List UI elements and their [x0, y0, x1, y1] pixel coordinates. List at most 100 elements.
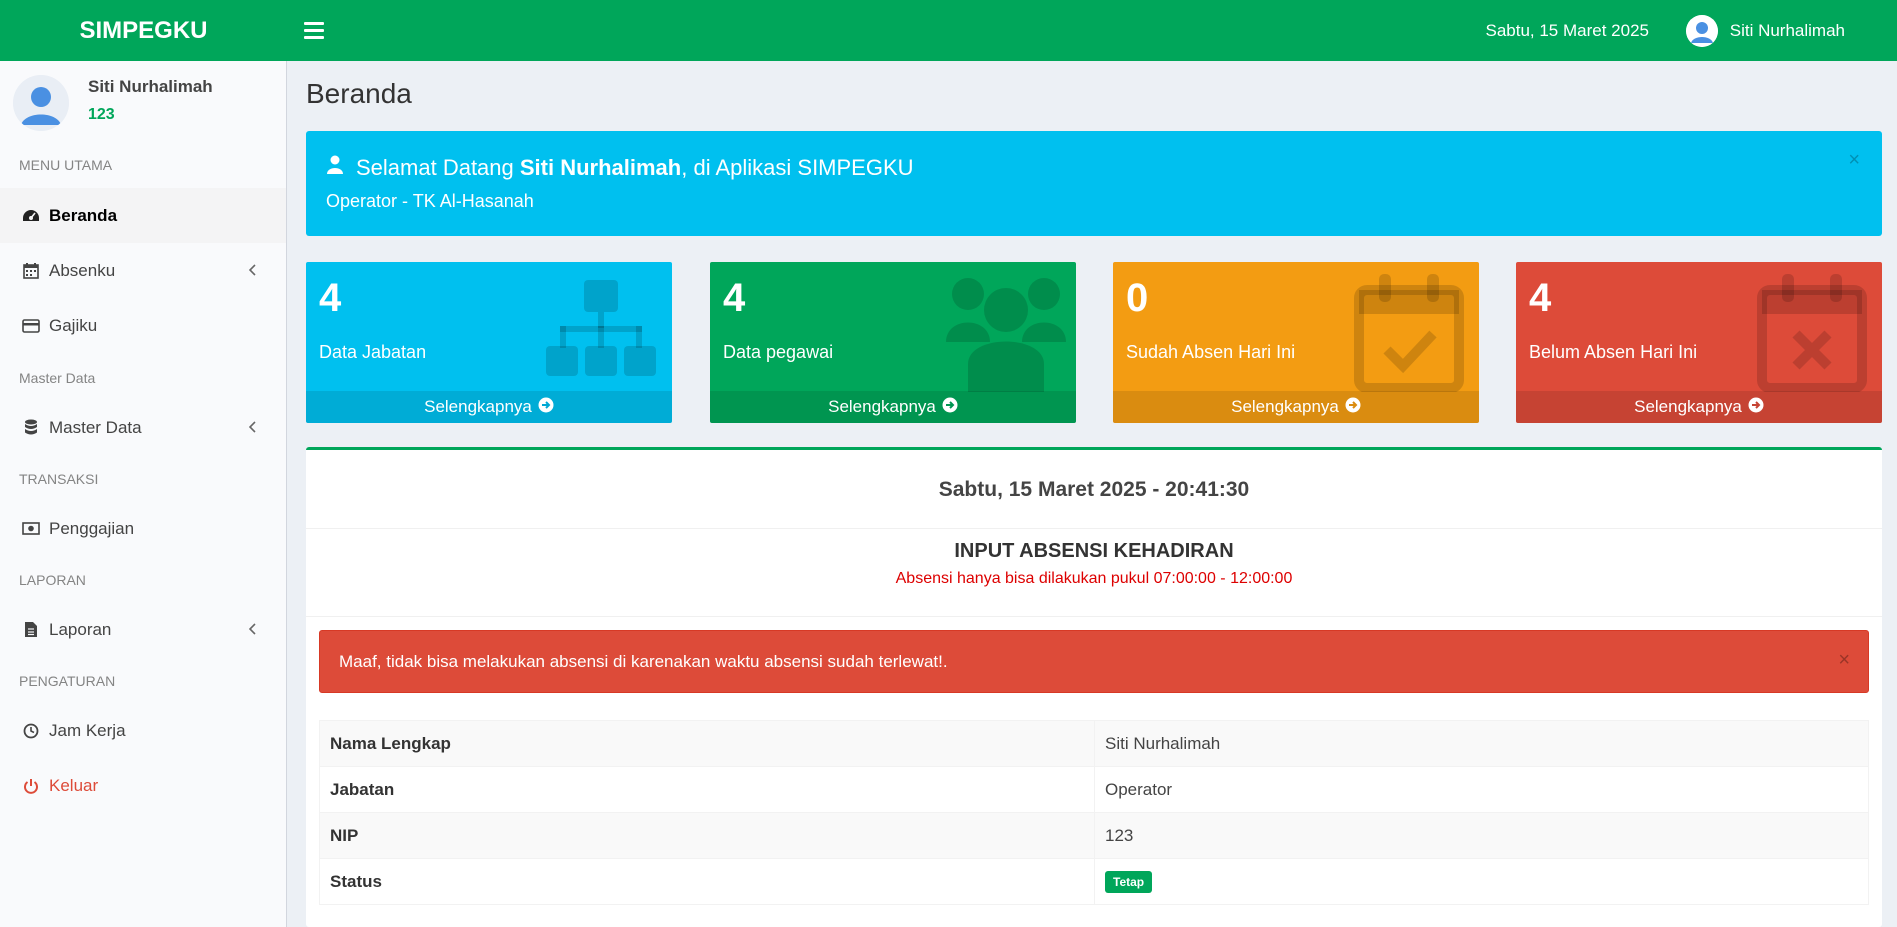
sidebar-item-gajiku[interactable]: Gajiku — [0, 298, 286, 353]
row-key: Status — [319, 858, 1095, 905]
stat-label: Data pegawai — [723, 342, 834, 362]
live-clock: Sabtu, 15 Maret 2025 - 20:41:30 — [938, 478, 1250, 501]
stat-box-pegawai: 4 Data pegawai Selengkapnya — [710, 262, 1076, 423]
sidebar-item-label: Penggajian — [49, 518, 135, 538]
welcome-suffix: , di Aplikasi SIMPEGKU — [681, 155, 914, 180]
menu-header-pengaturan: PENGATURAN — [19, 673, 116, 689]
sidebar-item-label: Beranda — [49, 205, 118, 225]
alert-message: Maaf, tidak bisa melakukan absensi di ka… — [339, 651, 948, 671]
database-icon — [21, 418, 41, 438]
attendance-title: INPUT ABSENSI KEHADIRAN — [954, 540, 1234, 562]
stat-box-sudah-absen: 0 Sudah Absen Hari Ini Selengkapnya — [1113, 262, 1479, 423]
more-info-label: Selengkapnya — [1634, 397, 1742, 416]
stat-label: Sudah Absen Hari Ini — [1126, 342, 1296, 362]
dashboard-icon — [21, 206, 41, 226]
users-icon — [946, 272, 1066, 392]
arrow-circle-right-icon — [942, 397, 958, 418]
user-menu[interactable]: Siti Nurhalimah — [1685, 0, 1845, 61]
user-panel: Siti Nurhalimah 123 — [0, 61, 287, 145]
more-info-link[interactable]: Selengkapnya — [306, 391, 672, 423]
sidebar-item-master-data[interactable]: Master Data — [0, 400, 286, 455]
power-icon — [21, 776, 41, 796]
sidebar-toggle-icon[interactable] — [304, 18, 324, 42]
header-user-name: Siti Nurhalimah — [1729, 20, 1845, 40]
avatar — [13, 75, 69, 131]
attendance-panel: Sabtu, 15 Maret 2025 - 20:41:30 INPUT AB… — [306, 447, 1882, 927]
stat-value: 0 — [1126, 276, 1149, 320]
table-row: Status Tetap — [319, 858, 1869, 905]
menu-header-utama: MENU UTAMA — [19, 157, 113, 173]
welcome-subtitle: Operator - TK Al-Hasanah — [326, 191, 534, 211]
sidebar-item-label: Jam Kerja — [49, 720, 126, 740]
stat-value: 4 — [319, 276, 342, 320]
welcome-title: Selamat Datang Siti Nurhalimah, di Aplik… — [326, 155, 914, 181]
sidebar-item-beranda[interactable]: Beranda — [0, 188, 286, 243]
sidebar-item-keluar[interactable]: Keluar — [0, 758, 286, 813]
welcome-callout: Selamat Datang Siti Nurhalimah, di Aplik… — [306, 131, 1882, 236]
money-icon — [21, 519, 41, 539]
calendar-check-icon — [1349, 272, 1469, 393]
sitemap-icon — [542, 272, 662, 392]
stat-label: Belum Absen Hari Ini — [1529, 342, 1698, 362]
user-avatar-icon — [1685, 14, 1718, 47]
file-icon — [21, 620, 41, 640]
sidebar-item-label: Keluar — [49, 775, 99, 795]
welcome-name: Siti Nurhalimah — [519, 155, 682, 180]
chevron-left-icon — [244, 620, 262, 638]
stat-value: 4 — [1529, 276, 1552, 320]
sidebar: Siti Nurhalimah 123 MENU UTAMA Beranda A… — [0, 61, 287, 927]
calendar-times-icon — [1752, 272, 1872, 393]
arrow-circle-right-icon — [1748, 397, 1764, 418]
top-navbar: SIMPEGKU Sabtu, 15 Maret 2025 Siti Nurha… — [0, 0, 1897, 61]
more-info-label: Selengkapnya — [424, 397, 532, 416]
close-icon[interactable]: × — [1838, 649, 1850, 672]
table-row: NIP 123 — [319, 812, 1869, 859]
sidebar-item-label: Gajiku — [49, 315, 98, 335]
sidebar-user-name: Siti Nurhalimah — [88, 77, 213, 96]
arrow-circle-right-icon — [1345, 397, 1361, 418]
calendar-icon — [21, 261, 41, 281]
brand-logo[interactable]: SIMPEGKU — [0, 0, 287, 61]
more-info-link[interactable]: Selengkapnya — [1516, 391, 1882, 423]
credit-card-icon — [21, 316, 41, 336]
more-info-label: Selengkapnya — [828, 397, 936, 416]
row-value: Operator — [1094, 766, 1869, 813]
close-icon[interactable]: × — [1848, 149, 1860, 172]
sidebar-item-label: Master Data — [49, 417, 142, 437]
user-icon — [326, 155, 344, 181]
sidebar-item-laporan[interactable]: Laporan — [0, 602, 286, 657]
row-key: Jabatan — [319, 766, 1095, 813]
more-info-link[interactable]: Selengkapnya — [710, 391, 1076, 423]
header-date: Sabtu, 15 Maret 2025 — [1485, 20, 1649, 40]
attendance-hours-note: Absensi hanya bisa dilakukan pukul 07:00… — [895, 570, 1293, 587]
sidebar-user-nip: 123 — [88, 106, 115, 123]
row-value: Siti Nurhalimah — [1094, 720, 1869, 767]
sidebar-item-label: Laporan — [49, 619, 112, 639]
page-title: Beranda — [306, 78, 412, 109]
menu-header-master: Master Data — [19, 370, 96, 386]
stat-label: Data Jabatan — [319, 342, 427, 362]
chevron-left-icon — [244, 418, 262, 436]
stat-box-jabatan: 4 Data Jabatan Selengkapnya — [306, 262, 672, 423]
divider — [306, 616, 1882, 617]
sidebar-item-absenku[interactable]: Absenku — [0, 243, 286, 298]
late-alert: Maaf, tidak bisa melakukan absensi di ka… — [319, 630, 1869, 693]
clock-icon — [21, 721, 41, 741]
row-value: 123 — [1094, 812, 1869, 859]
more-info-link[interactable]: Selengkapnya — [1113, 391, 1479, 423]
stat-value: 4 — [723, 276, 746, 320]
sidebar-item-penggajian[interactable]: Penggajian — [0, 501, 286, 556]
row-key: NIP — [319, 812, 1095, 859]
more-info-label: Selengkapnya — [1231, 397, 1339, 416]
table-row: Jabatan Operator — [319, 766, 1869, 813]
table-row: Nama Lengkap Siti Nurhalimah — [319, 720, 1869, 767]
menu-header-transaksi: TRANSAKSI — [19, 471, 99, 487]
employee-info-table: Nama Lengkap Siti Nurhalimah Jabatan Ope… — [319, 720, 1869, 905]
chevron-left-icon — [244, 261, 262, 279]
arrow-circle-right-icon — [538, 397, 554, 418]
row-key: Nama Lengkap — [319, 720, 1095, 767]
sidebar-item-label: Absenku — [49, 260, 116, 280]
sidebar-item-jam-kerja[interactable]: Jam Kerja — [0, 703, 286, 758]
menu-header-laporan: LAPORAN — [19, 572, 86, 588]
status-badge: Tetap — [1105, 870, 1153, 893]
